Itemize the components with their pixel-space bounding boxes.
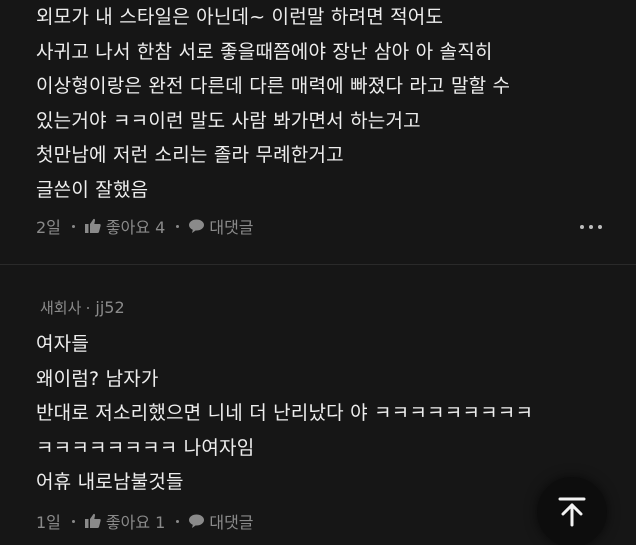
speech-bubble-icon xyxy=(189,514,205,528)
comment-divider xyxy=(0,264,636,265)
like-count-label: 좋아요 1 xyxy=(105,513,166,532)
comment-line: ㅋㅋㅋㅋㅋㅋㅋㅋ 나여자임 xyxy=(36,436,255,459)
comment-line: 이상형이랑은 완전 다른데 다른 매력에 빠졌다 라고 말할 수 xyxy=(36,75,511,97)
comment-line: 글쓴이 잘했음 xyxy=(36,178,149,201)
thumbs-up-icon xyxy=(84,218,101,233)
separator-dot xyxy=(71,519,75,523)
comment-item: 외모가 내 스타일은 아닌데~ 이런말 하려면 적어도 사귀고 나서 한참 서로… xyxy=(0,0,636,258)
comment-body: 외모가 내 스타일은 아닌데~ 이런말 하려면 적어도 사귀고 나서 한참 서로… xyxy=(36,0,510,207)
arrow-up-icon xyxy=(558,497,586,527)
comment-author[interactable]: 새회사 jj52 xyxy=(40,297,125,318)
speech-bubble-icon xyxy=(189,219,205,233)
comment-line: 첫만남에 저런 소리는 졸라 무례한거고 xyxy=(36,144,344,166)
reply-button[interactable]: 대댓글 xyxy=(188,509,254,533)
comment-section: 외모가 내 스타일은 아닌데~ 이런말 하려면 적어도 사귀고 나서 한참 서로… xyxy=(0,0,636,545)
scroll-to-top-button[interactable] xyxy=(537,477,607,545)
comment-line: 있는거야 ㅋㅋ이런 말도 사람 봐가면서 하는거고 xyxy=(36,109,421,132)
comment-meta: 2일 좋아요 4 대댓글 xyxy=(36,214,254,238)
reply-button[interactable]: 대댓글 xyxy=(188,214,254,238)
like-count-label: 좋아요 4 xyxy=(105,218,166,237)
comment-line: 사귀고 나서 한참 서로 좋을때쯤에야 장난 삼아 아 솔직히 xyxy=(36,40,493,63)
separator-dot xyxy=(71,224,75,228)
more-dots-icon[interactable] xyxy=(580,225,602,229)
author-name: jj52 xyxy=(95,298,125,317)
separator-dot xyxy=(87,306,90,309)
thumbs-up-icon xyxy=(84,513,101,528)
reply-label: 대댓글 xyxy=(209,513,254,532)
more-dot xyxy=(580,225,584,229)
reply-label: 대댓글 xyxy=(209,218,254,237)
comment-line: 왜이럼? 남자가 xyxy=(36,367,159,390)
comment-line: 외모가 내 스타일은 아닌데~ 이런말 하려면 적어도 xyxy=(36,6,444,28)
comment-time: 1일 xyxy=(36,513,61,532)
like-button[interactable]: 좋아요 1 xyxy=(84,509,165,533)
comment-line: 어휴 내로남불것들 xyxy=(36,471,184,493)
comment-time: 2일 xyxy=(36,218,61,237)
more-dot xyxy=(589,225,593,229)
comment-body: 여자들 왜이럼? 남자가 반대로 저소리했으면 니네 더 난리났다 야 ㅋㅋㅋㅋ… xyxy=(36,327,533,500)
like-button[interactable]: 좋아요 4 xyxy=(84,214,165,238)
author-group: 새회사 xyxy=(40,299,82,317)
comment-meta: 1일 좋아요 1 대댓글 xyxy=(36,509,254,533)
separator-dot xyxy=(176,519,180,523)
separator-dot xyxy=(176,224,180,228)
comment-line: 여자들 xyxy=(36,333,90,355)
comment-line: 반대로 저소리했으면 니네 더 난리났다 야 ㅋㅋㅋㅋㅋㅋㅋㅋㅋ xyxy=(36,402,534,424)
more-dot xyxy=(598,225,602,229)
